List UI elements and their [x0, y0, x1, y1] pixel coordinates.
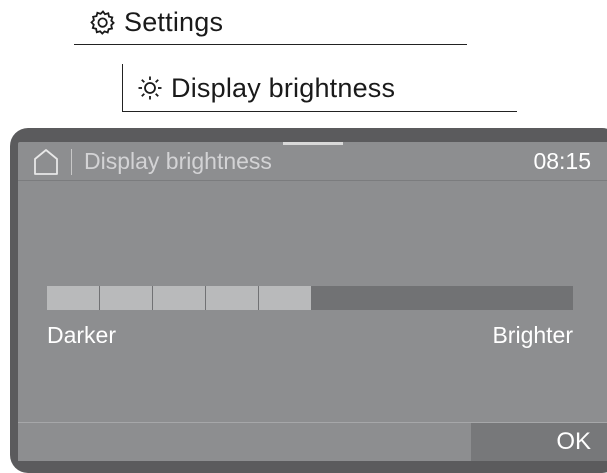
brightness-segment-filled [153, 286, 205, 310]
breadcrumb-settings-label: Settings [124, 6, 224, 37]
brightness-segment-filled [47, 286, 99, 310]
brightness-segment-filled [259, 286, 311, 310]
breadcrumb-settings: Settings [90, 2, 223, 42]
display-screen: Display brightness 08:15 Darker Brighter… [18, 142, 607, 461]
clock-time: 08:15 [533, 148, 591, 174]
breadcrumb-divider [74, 44, 467, 45]
brighter-label: Brighter [492, 322, 573, 348]
ok-button[interactable]: OK [471, 423, 607, 461]
brightness-segment-filled [206, 286, 258, 310]
brightness-segment-filled [100, 286, 152, 310]
breadcrumb-display-brightness-label: Display brightness [171, 72, 396, 103]
brightness-slider[interactable] [47, 286, 573, 310]
help-illustration: Settings Display brightness Display brig… [0, 0, 607, 473]
breadcrumb-divider [122, 111, 517, 112]
home-icon[interactable] [32, 148, 60, 176]
darker-label: Darker [47, 322, 117, 348]
breadcrumb-display-brightness: Display brightness [137, 66, 395, 110]
screen-title: Display brightness [84, 148, 272, 174]
breadcrumb-indent-line [122, 64, 123, 111]
screen-notch [283, 142, 343, 145]
status-separator [71, 149, 72, 175]
sun-icon [137, 75, 163, 101]
status-bar: Display brightness 08:15 [18, 142, 607, 181]
gear-icon [90, 9, 116, 35]
